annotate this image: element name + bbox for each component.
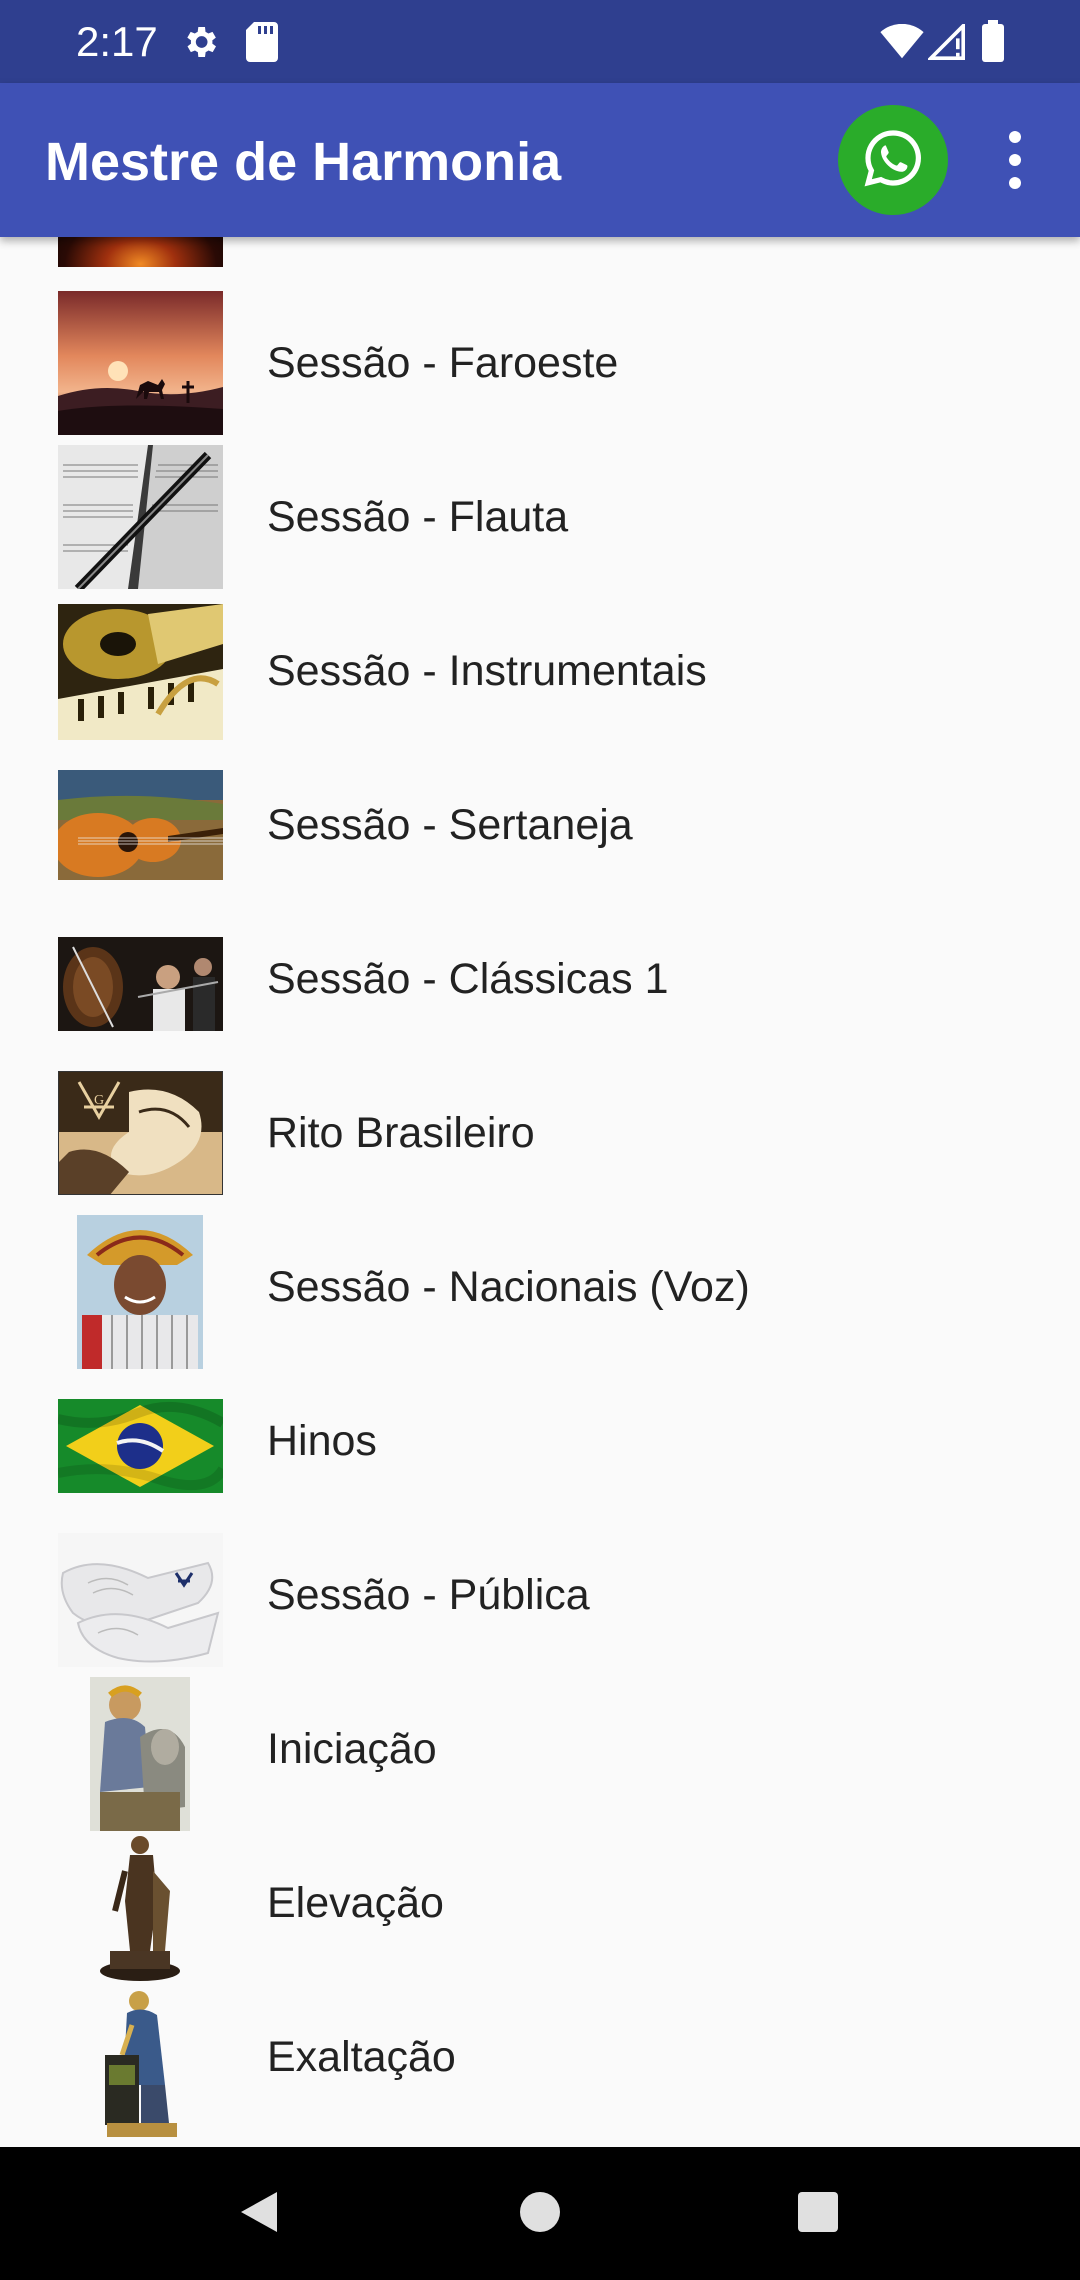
list-item-label: Elevação — [267, 1879, 444, 1927]
overflow-menu-button[interactable] — [990, 120, 1040, 200]
app-bar: Mestre de Harmonia — [0, 83, 1080, 237]
orchestra-thumbnail — [58, 937, 223, 1031]
list-item-label: Sessão - Flauta — [267, 493, 569, 541]
whatsapp-button[interactable] — [838, 105, 948, 215]
wifi-icon — [880, 23, 924, 65]
campfire-thumbnail — [58, 237, 223, 267]
list-item[interactable]: Exaltação — [0, 1985, 1080, 2139]
list-item-label: Rito Brasileiro — [267, 1109, 535, 1157]
more-vert-icon — [1009, 131, 1021, 143]
list-item-label: Hinos — [267, 1417, 377, 1465]
list-item[interactable]: Hinos — [0, 1369, 1080, 1523]
app-title: Mestre de Harmonia — [45, 132, 562, 192]
list-item[interactable] — [0, 237, 1080, 267]
white-gloves-thumbnail — [58, 1533, 223, 1667]
list-item[interactable]: Sessão - Nacionais (Voz) — [0, 1215, 1080, 1369]
accordion-singer-thumbnail — [77, 1215, 203, 1369]
masonic-rite-thumbnail: G — [58, 1071, 223, 1195]
instruments-thumbnail — [58, 604, 223, 740]
gear-icon — [180, 22, 220, 67]
svg-text:G: G — [94, 1093, 104, 1108]
list-item-label: Sessão - Clássicas 1 — [267, 955, 669, 1003]
list-item-label: Exaltação — [267, 2033, 456, 2081]
list-item[interactable]: Sessão - Pública — [0, 1523, 1080, 1677]
list-item[interactable]: Iniciação — [0, 1677, 1080, 1831]
list-item-label: Sessão - Nacionais (Voz) — [267, 1263, 750, 1311]
home-button[interactable] — [503, 2177, 577, 2251]
list-item[interactable]: Sessão - Instrumentais — [0, 599, 1080, 753]
elevation-statue-thumbnail — [95, 1831, 185, 1985]
list-item[interactable]: Sessão - Sertaneja — [0, 753, 1080, 907]
home-icon — [518, 2190, 562, 2239]
exaltation-statue-thumbnail — [97, 1985, 183, 2139]
recents-button[interactable] — [781, 2177, 855, 2251]
status-time: 2:17 — [76, 18, 158, 65]
status-bar: 2:17 — [0, 0, 1080, 83]
brazil-flag-thumbnail — [58, 1399, 223, 1493]
whatsapp-icon — [861, 126, 925, 195]
navigation-bar — [0, 2147, 1080, 2280]
battery-icon — [982, 20, 1004, 67]
back-button[interactable] — [222, 2177, 296, 2251]
list-item[interactable]: Sessão - Faroeste — [0, 291, 1080, 445]
list-item-label: Sessão - Sertaneja — [267, 801, 633, 849]
western-sunset-thumbnail — [58, 291, 223, 435]
list-item[interactable]: Sessão - Flauta — [0, 445, 1080, 599]
initiation-statue-thumbnail — [90, 1677, 190, 1831]
list-item[interactable]: G Rito Brasileiro — [0, 1061, 1080, 1215]
session-list[interactable]: Sessão - Faroeste Sessão - Flauta Sessão… — [0, 237, 1080, 2147]
list-item[interactable]: Elevação — [0, 1831, 1080, 1985]
list-item[interactable]: Sessão - Clássicas 1 — [0, 907, 1080, 1061]
list-item-label: Sessão - Faroeste — [267, 339, 619, 387]
back-icon — [237, 2188, 281, 2241]
flute-sheet-music-thumbnail — [58, 445, 223, 589]
list-item-label: Sessão - Pública — [267, 1571, 590, 1619]
recents-icon — [797, 2191, 839, 2238]
sd-card-icon — [246, 22, 278, 67]
signal-icon — [926, 21, 966, 65]
list-item-label: Iniciação — [267, 1725, 437, 1773]
list-item-label: Sessão - Instrumentais — [267, 647, 707, 695]
guitar-thumbnail — [58, 770, 223, 880]
